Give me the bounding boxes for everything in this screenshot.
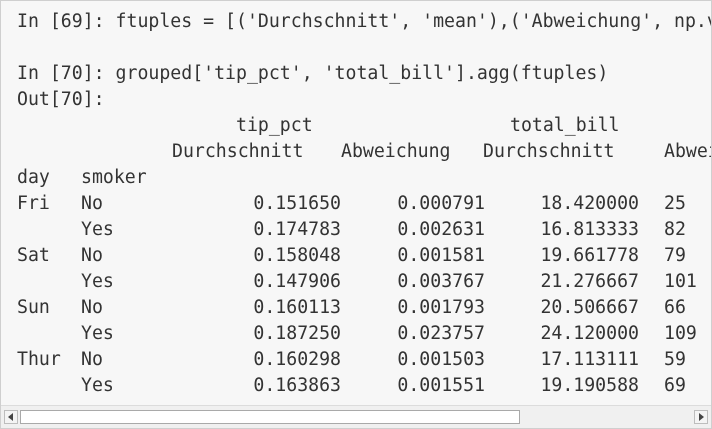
horizontal-scrollbar[interactable] bbox=[1, 405, 711, 428]
cell-total-bill-var: 25 bbox=[664, 193, 686, 214]
cell-total-bill-mean: 19.661778 bbox=[540, 245, 639, 266]
cell-total-bill-var: 82 bbox=[664, 219, 686, 240]
column-total-bill-var: Abweichung bbox=[664, 141, 711, 162]
cell-smoker: No bbox=[81, 297, 103, 318]
console-output-panel: In [69]: ftuples = [('Durchschnitt', 'me… bbox=[0, 0, 712, 429]
cell-tip-pct-var: 0.001551 bbox=[397, 375, 485, 396]
cell-tip-pct-var: 0.002631 bbox=[397, 219, 485, 240]
cell-tip-pct-mean: 0.158048 bbox=[253, 245, 341, 266]
arrow-left-icon bbox=[8, 413, 13, 421]
scroll-right-button[interactable] bbox=[694, 410, 708, 424]
table-row: Sun No 0.160113 0.001793 20.506667 66 bbox=[17, 295, 711, 321]
table-row: Fri No 0.151650 0.000791 18.420000 25 bbox=[17, 191, 711, 217]
cell-smoker: Yes bbox=[81, 219, 114, 240]
cell-tip-pct-var: 0.001581 bbox=[397, 245, 485, 266]
cell-day: Sun bbox=[17, 297, 50, 318]
index-name-day: day bbox=[17, 167, 50, 188]
table-index-names: day smoker bbox=[17, 165, 711, 191]
cell-day: Fri bbox=[17, 193, 50, 214]
cell-tip-pct-var: 0.023757 bbox=[397, 323, 485, 344]
input-line-69: In [69]: ftuples = [('Durchschnitt', 'me… bbox=[17, 11, 711, 32]
cell-tip-pct-mean: 0.163863 bbox=[253, 375, 341, 396]
cell-total-bill-var: 66 bbox=[664, 297, 686, 318]
cell-smoker: Yes bbox=[81, 323, 114, 344]
column-total-bill-mean: Durchschnitt bbox=[483, 141, 615, 162]
table-body: Fri No 0.151650 0.000791 18.420000 25 Yes 0.174… bbox=[17, 191, 711, 399]
cell-tip-pct-mean: 0.160113 bbox=[253, 297, 341, 318]
cell-total-bill-mean: 24.120000 bbox=[540, 323, 639, 344]
cell-tip-pct-mean: 0.151650 bbox=[253, 193, 341, 214]
cell-total-bill-mean: 20.506667 bbox=[540, 297, 639, 318]
cell-total-bill-var: 59 bbox=[664, 349, 686, 370]
table-row: Yes 0.147906 0.003767 21.276667 101 bbox=[17, 269, 711, 295]
code-area: In [69]: ftuples = [('Durchschnitt', 'me… bbox=[17, 9, 711, 402]
cell-total-bill-mean: 16.813333 bbox=[540, 219, 639, 240]
column-tip-pct-var: Abweichung bbox=[341, 141, 451, 162]
cell-tip-pct-mean: 0.160298 bbox=[253, 349, 341, 370]
cell-tip-pct-mean: 0.174783 bbox=[253, 219, 341, 240]
scrollbar-thumb[interactable] bbox=[20, 410, 520, 424]
input-line-70: In [70]: grouped['tip_pct', 'total_bill'… bbox=[17, 63, 609, 84]
column-group-tip-pct: tip_pct bbox=[236, 115, 313, 136]
cell-tip-pct-mean: 0.147906 bbox=[253, 271, 341, 292]
cell-tip-pct-var: 0.003767 bbox=[397, 271, 485, 292]
cell-tip-pct-var: 0.001793 bbox=[397, 297, 485, 318]
table-row: Yes 0.163863 0.001551 19.190588 69 bbox=[17, 373, 711, 399]
table-row: Yes 0.174783 0.002631 16.813333 82 bbox=[17, 217, 711, 243]
cell-total-bill-mean: 17.113111 bbox=[540, 349, 639, 370]
cell-smoker: No bbox=[81, 349, 103, 370]
cell-total-bill-var: 69 bbox=[664, 375, 686, 396]
table-header-sub: Durchschnitt Abweichung Durchschnitt Abw… bbox=[17, 139, 711, 165]
column-tip-pct-mean: Durchschnitt bbox=[172, 141, 304, 162]
cell-smoker: No bbox=[81, 193, 103, 214]
cell-total-bill-mean: 18.420000 bbox=[540, 193, 639, 214]
cell-smoker: Yes bbox=[81, 375, 114, 396]
cell-tip-pct-mean: 0.187250 bbox=[253, 323, 341, 344]
cell-tip-pct-var: 0.000791 bbox=[397, 193, 485, 214]
output-label-70: Out[70]: bbox=[17, 89, 105, 110]
table-header-top: tip_pct total_bill bbox=[17, 113, 711, 139]
scroll-left-button[interactable] bbox=[4, 410, 18, 424]
cell-total-bill-mean: 21.276667 bbox=[540, 271, 639, 292]
cell-day: Thur bbox=[17, 349, 61, 370]
table-row: Yes 0.187250 0.023757 24.120000 109 bbox=[17, 321, 711, 347]
column-group-total-bill: total_bill bbox=[510, 115, 620, 136]
cell-smoker: Yes bbox=[81, 271, 114, 292]
index-name-smoker: smoker bbox=[81, 167, 147, 188]
cell-total-bill-var: 109 bbox=[664, 323, 697, 344]
cell-smoker: No bbox=[81, 245, 103, 266]
cell-day: Sat bbox=[17, 245, 50, 266]
cell-total-bill-var: 79 bbox=[664, 245, 686, 266]
arrow-right-icon bbox=[699, 413, 704, 421]
cell-tip-pct-var: 0.001503 bbox=[397, 349, 485, 370]
cell-total-bill-var: 101 bbox=[664, 271, 697, 292]
cell-total-bill-mean: 19.190588 bbox=[540, 375, 639, 396]
table-row: Sat No 0.158048 0.001581 19.661778 79 bbox=[17, 243, 711, 269]
table-row: Thur No 0.160298 0.001503 17.113111 59 bbox=[17, 347, 711, 373]
